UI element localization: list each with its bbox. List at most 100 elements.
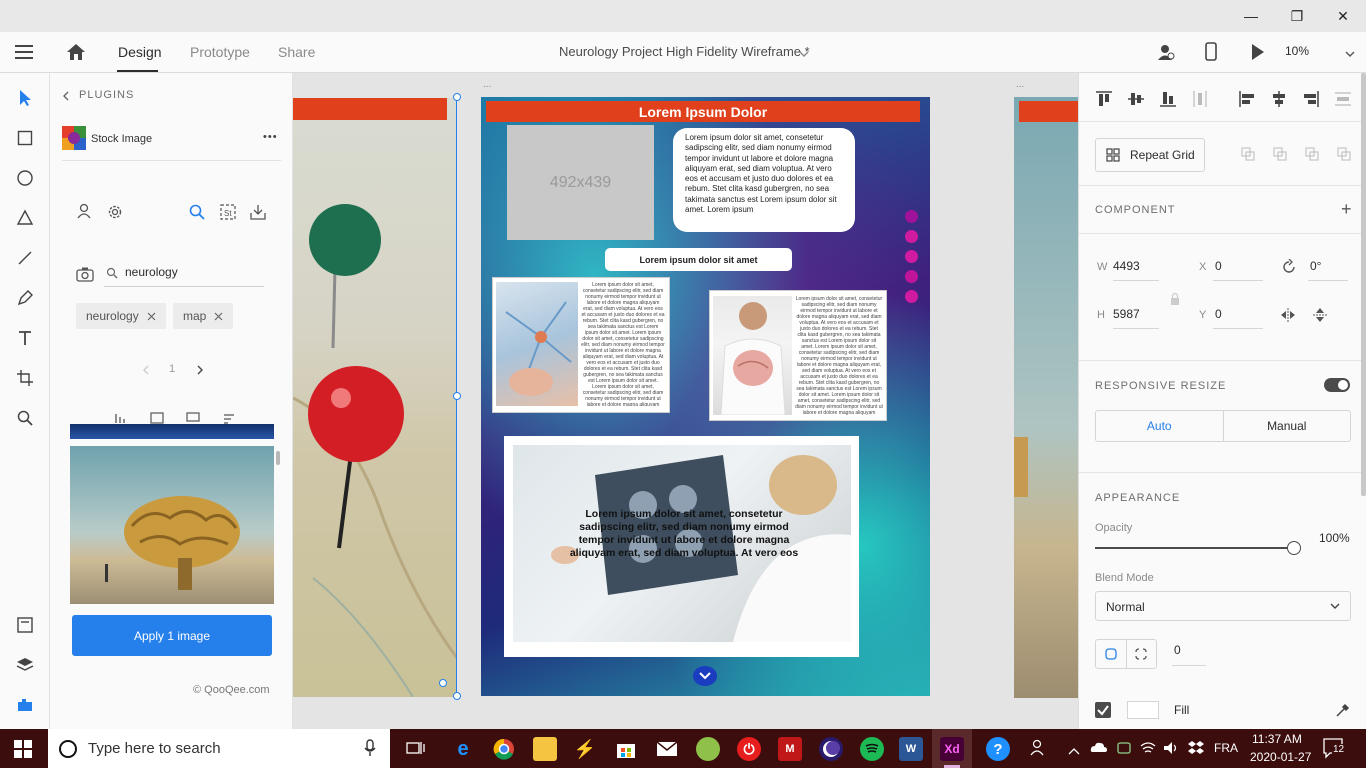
volume-icon[interactable] <box>1163 740 1179 756</box>
search-input[interactable]: neurology <box>125 265 178 279</box>
layers-panel-icon[interactable] <box>13 653 37 677</box>
resize-handle[interactable] <box>439 679 447 687</box>
windows-start-icon[interactable] <box>14 740 32 758</box>
add-shape-icon[interactable] <box>1241 147 1255 161</box>
action-center-icon[interactable]: 12 <box>1322 737 1348 759</box>
zoom-chevron-icon[interactable] <box>1344 46 1356 57</box>
per-corner-radius-option[interactable] <box>1127 640 1157 668</box>
language-indicator[interactable]: FRA <box>1214 741 1238 755</box>
chrome-icon[interactable] <box>492 737 516 761</box>
device-preview-icon[interactable] <box>1204 42 1218 64</box>
text-tool-icon[interactable] <box>13 326 37 350</box>
chevron-down-icon[interactable] <box>798 46 810 57</box>
power-app-icon[interactable]: ⏻ <box>737 737 761 761</box>
brain-stock-image[interactable] <box>70 446 274 604</box>
auto-option[interactable]: Auto <box>1096 411 1224 441</box>
flip-horizontal-icon[interactable] <box>1280 308 1296 322</box>
align-right-icon[interactable] <box>1302 90 1320 108</box>
results-scrollbar[interactable] <box>276 451 280 465</box>
plugins-panel-icon[interactable] <box>13 693 37 717</box>
align-center-icon[interactable] <box>1270 90 1288 108</box>
tab-share[interactable]: Share <box>278 44 315 60</box>
height-input[interactable]: 5987 <box>1113 307 1140 321</box>
restore-button[interactable]: ❐ <box>1274 0 1320 32</box>
width-input[interactable]: 4493 <box>1113 259 1140 273</box>
line-tool-icon[interactable] <box>13 246 37 270</box>
carousel-dot[interactable] <box>905 270 918 283</box>
intersect-shape-icon[interactable] <box>1305 147 1319 161</box>
adobe-xd-icon[interactable]: Xd <box>940 737 964 761</box>
help-icon[interactable]: ? <box>986 737 1010 761</box>
manual-option[interactable]: Manual <box>1224 411 1351 441</box>
android-studio-icon[interactable] <box>696 737 720 761</box>
settings-gear-icon[interactable] <box>106 203 124 221</box>
align-top-icon[interactable] <box>1095 90 1113 108</box>
back-chevron-icon[interactable] <box>62 89 70 101</box>
pen-tool-icon[interactable] <box>13 286 37 310</box>
flip-vertical-icon[interactable] <box>1313 307 1327 323</box>
taskbar-search-box[interactable]: Type here to search <box>48 729 390 768</box>
search-field[interactable]: neurology <box>104 263 264 287</box>
zoom-tool-icon[interactable] <box>13 406 37 430</box>
apply-image-button[interactable]: Apply 1 image <box>72 615 272 656</box>
network-vpn-icon[interactable] <box>1116 740 1132 756</box>
zoom-level[interactable]: 10% <box>1285 44 1309 58</box>
distribute-horizontal-icon[interactable] <box>1334 90 1352 108</box>
carousel-dot[interactable] <box>905 290 918 303</box>
assets-panel-icon[interactable] <box>13 613 37 637</box>
polygon-tool-icon[interactable] <box>13 206 37 230</box>
fill-color-swatch[interactable] <box>1127 701 1159 719</box>
carousel-dot[interactable] <box>905 210 918 223</box>
right-artboard[interactable] <box>1014 97 1078 698</box>
resize-handle[interactable] <box>453 93 461 101</box>
tag-chip[interactable]: neurology <box>76 303 166 329</box>
neuron-card[interactable]: Lorem ipsum dolor sit amet, consetetur s… <box>492 277 670 413</box>
mcafee-icon[interactable]: M <box>778 737 802 761</box>
pill-caption[interactable]: Lorem ipsum dolor sit amet <box>605 248 792 271</box>
plugin-more-menu[interactable]: ••• <box>263 131 278 143</box>
center-artboard[interactable]: Lorem Ipsum Dolor 492x439 Lorem ipsum do… <box>481 97 930 696</box>
y-input[interactable]: 0 <box>1215 307 1222 321</box>
edge-browser-icon[interactable]: e <box>451 737 475 761</box>
minimize-button[interactable]: — <box>1228 0 1274 32</box>
play-preview-icon[interactable] <box>1250 42 1266 62</box>
corner-radius-input[interactable]: 0 <box>1174 643 1181 657</box>
artboard-label-dots[interactable]: ... <box>1016 79 1024 90</box>
opacity-slider-track[interactable] <box>1095 547 1295 549</box>
image-placeholder[interactable]: 492x439 <box>507 125 654 240</box>
uniform-radius-option[interactable] <box>1096 640 1127 668</box>
overlay-paragraph[interactable]: Lorem ipsum dolor sit amet, consetetur s… <box>564 508 804 560</box>
eclipse-icon[interactable] <box>819 737 843 761</box>
hamburger-menu-icon[interactable] <box>15 44 35 60</box>
artboard-label-dots[interactable]: ... <box>483 79 491 90</box>
artboard-tool-icon[interactable] <box>13 366 37 390</box>
brain-card[interactable]: Lorem ipsum dolor sit amet, consetetur s… <box>709 290 887 421</box>
add-component-icon[interactable]: + <box>1341 199 1352 220</box>
responsive-resize-toggle[interactable] <box>1324 378 1350 392</box>
account-icon[interactable] <box>76 203 92 219</box>
plugins-heading[interactable]: PLUGINS <box>79 89 134 101</box>
intro-paragraph[interactable]: Lorem ipsum dolor sit amet, consetetur s… <box>673 128 855 232</box>
artboard-header[interactable]: Lorem Ipsum Dolor <box>486 101 920 122</box>
mail-icon[interactable] <box>655 737 679 761</box>
prev-page-icon[interactable] <box>142 363 150 375</box>
tab-design[interactable]: Design <box>118 44 162 60</box>
carousel-dot[interactable] <box>905 250 918 263</box>
design-canvas[interactable]: ... ... Lorem Ipsum Dolor 492x439 Lorem … <box>293 73 1078 729</box>
download-icon[interactable] <box>249 203 267 221</box>
tab-prototype[interactable]: Prototype <box>190 44 250 60</box>
distribute-vertical-icon[interactable] <box>1191 90 1209 108</box>
search-tab-icon[interactable] <box>188 203 206 221</box>
properties-scrollbar[interactable] <box>1361 73 1366 496</box>
camera-icon[interactable] <box>76 266 94 282</box>
library-icon[interactable]: St <box>219 203 237 221</box>
eyedropper-icon[interactable] <box>1335 702 1351 718</box>
rectangle-tool-icon[interactable] <box>13 126 37 150</box>
result-thumbnail-partial[interactable] <box>70 424 274 439</box>
select-tool-icon[interactable] <box>13 86 37 110</box>
file-explorer-icon[interactable] <box>533 737 557 761</box>
tag-chip[interactable]: map <box>173 303 234 329</box>
clock-date[interactable]: 2020-01-27 <box>1250 750 1311 764</box>
fill-checkbox[interactable] <box>1095 702 1111 718</box>
spotify-icon[interactable] <box>860 737 884 761</box>
